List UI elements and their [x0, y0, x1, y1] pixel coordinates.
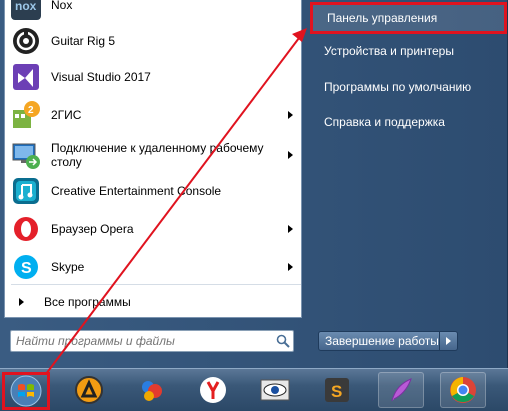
visual-studio-icon [11, 62, 41, 92]
taskbar-feather-app[interactable] [378, 372, 424, 408]
help-support-link[interactable]: Справка и поддержка [310, 107, 506, 137]
taskbar-eye-app[interactable] [252, 372, 298, 408]
chrome-icon [450, 377, 476, 403]
guitar-rig-icon [11, 26, 41, 56]
program-label: 2ГИС [51, 108, 82, 122]
nox-icon: nox [11, 0, 41, 20]
submenu-arrow-icon [288, 225, 293, 233]
program-item-guitar-rig[interactable]: Guitar Rig 5 [5, 22, 301, 60]
taskbar-aimp[interactable] [66, 372, 112, 408]
program-label: Nox [51, 0, 73, 12]
program-label: Skype [51, 260, 85, 274]
remote-desktop-icon [11, 140, 41, 170]
divider [11, 284, 301, 285]
submenu-arrow-icon [288, 151, 293, 159]
search-icon[interactable] [273, 331, 293, 351]
taskbar-paint[interactable] [128, 372, 174, 408]
windows-logo-icon [10, 375, 42, 407]
taskbar-chrome[interactable] [440, 372, 486, 408]
opera-icon [11, 214, 41, 244]
taskbar-sublime[interactable]: S [314, 372, 360, 408]
2gis-icon: 2 [11, 100, 41, 130]
all-programs-button[interactable]: Все программы [5, 288, 301, 316]
svg-text:S: S [331, 382, 342, 401]
control-panel-link[interactable]: Панель управления [310, 2, 507, 34]
program-item-creative-console[interactable]: Creative Entertainment Console [5, 172, 301, 210]
creative-console-icon [11, 176, 41, 206]
program-label: Браузер Opera [51, 222, 134, 236]
shutdown-button[interactable]: Завершение работы [318, 331, 440, 351]
program-label: Подключение к удаленному рабочему столу [51, 141, 264, 169]
program-item-2gis[interactable]: 2 2ГИС [5, 96, 301, 134]
chevron-right-icon [446, 337, 451, 345]
skype-icon: S [11, 252, 41, 282]
program-item-opera[interactable]: Браузер Opera [5, 210, 301, 248]
program-item-remote-desktop[interactable]: Подключение к удаленному рабочему столу [5, 134, 301, 176]
program-item-nox[interactable]: nox Nox [5, 0, 301, 24]
default-programs-link[interactable]: Программы по умолчанию [310, 72, 506, 102]
shutdown-options-button[interactable] [440, 331, 458, 351]
aimp-icon [75, 376, 103, 404]
submenu-arrow-icon [288, 111, 293, 119]
all-programs-label: Все программы [44, 295, 131, 309]
paint-icon [142, 381, 162, 401]
search-input[interactable] [11, 332, 273, 350]
start-menu: nox Nox Guitar Rig 5 Visual Studio 2017 … [0, 0, 508, 368]
eye-app-icon [260, 379, 290, 401]
program-item-skype[interactable]: S Skype [5, 248, 301, 286]
search-box[interactable] [10, 330, 294, 352]
start-button[interactable] [2, 372, 50, 410]
taskbar-yandex[interactable] [190, 372, 236, 408]
program-label: Guitar Rig 5 [51, 34, 116, 48]
svg-text:2: 2 [28, 105, 34, 116]
submenu-arrow-icon [288, 263, 293, 271]
program-item-visual-studio[interactable]: Visual Studio 2017 [5, 58, 301, 96]
svg-text:nox: nox [15, 0, 37, 13]
program-label: Visual Studio 2017 [51, 70, 151, 84]
expand-arrow-icon [19, 298, 24, 306]
sublime-text-icon: S [325, 378, 349, 402]
svg-text:S: S [21, 260, 32, 277]
devices-printers-link[interactable]: Устройства и принтеры [310, 36, 506, 66]
feather-icon [391, 378, 412, 402]
yandex-browser-icon [200, 377, 226, 403]
programs-pane: nox Nox Guitar Rig 5 Visual Studio 2017 … [4, 0, 302, 318]
program-label: Creative Entertainment Console [51, 184, 222, 198]
